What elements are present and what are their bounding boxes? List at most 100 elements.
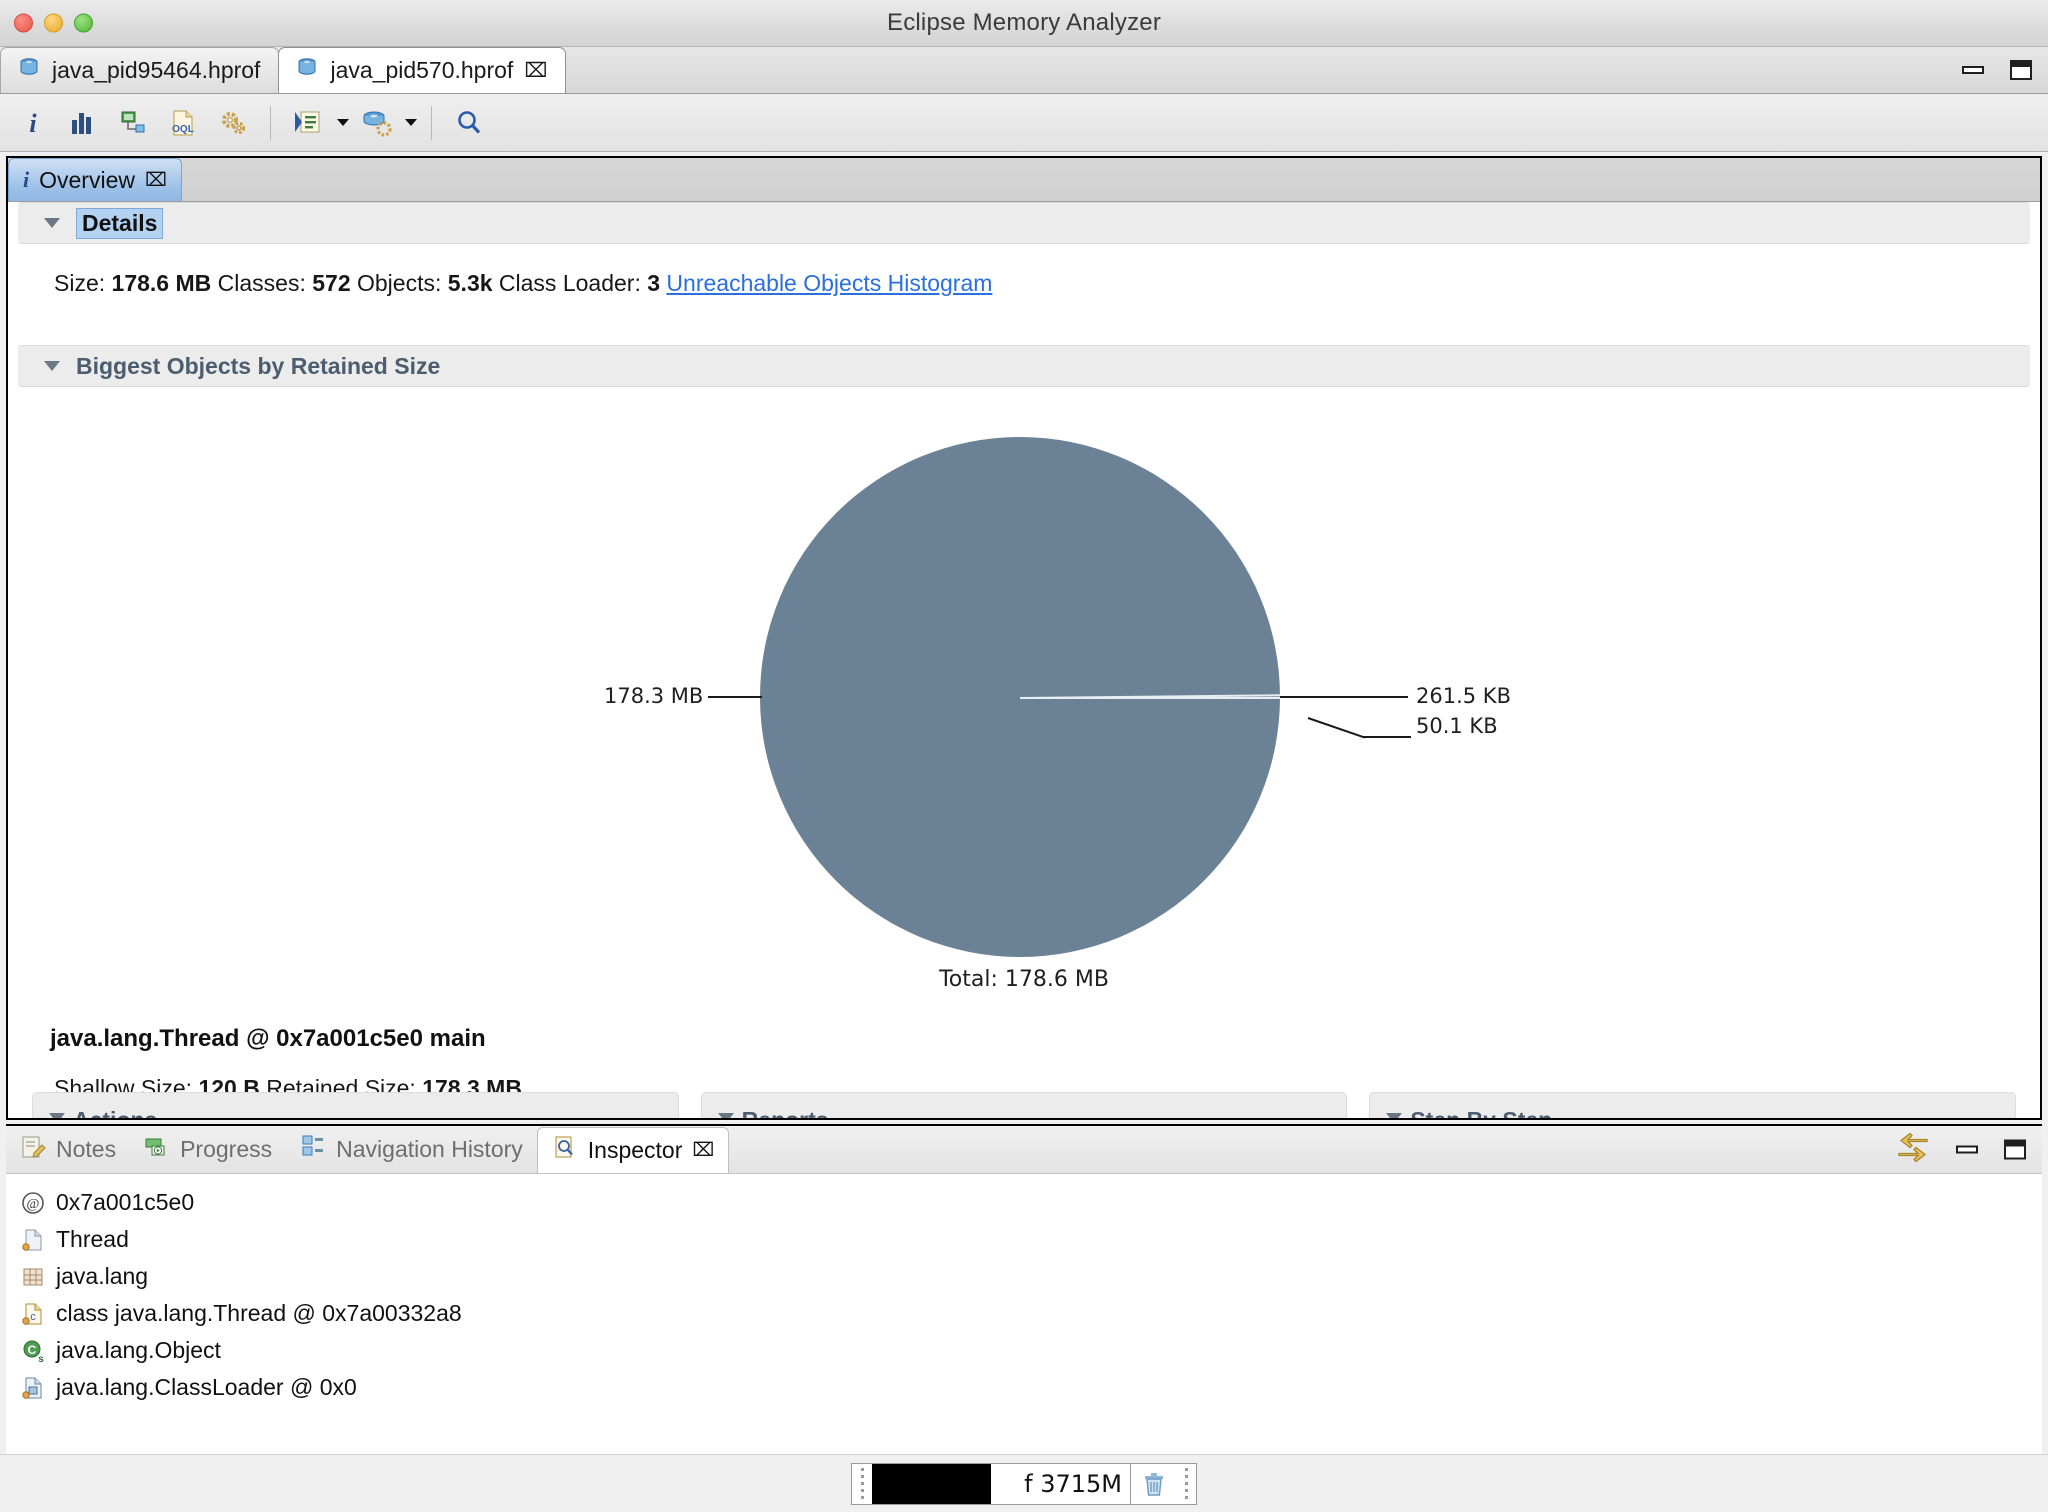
section-reports[interactable]: Reports: [700, 1092, 1348, 1118]
heap-status-widget[interactable]: f 3715M: [851, 1462, 1197, 1505]
retained-size-pie-chart[interactable]: 178.3 MB 261.5 KB 50.1 KB Total: 178.6 M…: [8, 397, 2040, 1017]
find-button[interactable]: [446, 100, 492, 146]
toolbar-separator: [431, 105, 432, 140]
list-item[interactable]: java.lang: [20, 1258, 2042, 1295]
heap-usage-bar[interactable]: f 3715M: [872, 1463, 1130, 1504]
maximize-icon[interactable]: [2010, 60, 2032, 80]
svg-text:s: s: [38, 1354, 44, 1364]
heap-dump-icon: [295, 56, 319, 86]
bottom-view-controls: [1896, 1132, 2026, 1167]
minimize-window-button[interactable]: [44, 13, 63, 33]
list-item-label: java.lang.Object: [56, 1337, 221, 1363]
list-item-label: class java.lang.Thread @ 0x7a00332a8: [56, 1300, 462, 1326]
objects-value: 5.3k: [447, 270, 493, 296]
chevron-down-icon[interactable]: [49, 1113, 65, 1118]
drag-handle[interactable]: [857, 1467, 867, 1501]
drag-handle-right[interactable]: [1181, 1467, 1191, 1501]
details-summary-line: Size: 178.6 MB Classes: 572 Objects: 5.3…: [8, 244, 2040, 297]
close-icon[interactable]: ⌧: [145, 169, 167, 192]
chevron-down-icon[interactable]: [337, 119, 349, 126]
section-reports-title: Reports: [742, 1107, 829, 1118]
chevron-down-icon[interactable]: [717, 1113, 734, 1118]
list-item[interactable]: java.lang.ClassLoader @ 0x0: [20, 1369, 2042, 1406]
heap-usage-fill: [872, 1463, 991, 1504]
pie-leader-line-right-1b: [1308, 696, 1408, 698]
list-item-label: java.lang.ClassLoader @ 0x0: [56, 1374, 357, 1400]
tab-notes-label: Notes: [56, 1136, 117, 1162]
histogram-button[interactable]: [60, 100, 106, 146]
editor-tab-java_pid570[interactable]: java_pid570.hprof ⌧: [278, 47, 567, 93]
editor-tab-label: java_pid570.hprof: [330, 57, 514, 83]
selected-object-title: java.lang.Thread @ 0x7a001c5e0 main: [50, 1025, 486, 1052]
info-icon: i: [23, 167, 30, 192]
tab-progress[interactable]: Progress: [130, 1127, 286, 1173]
svg-text:@: @: [27, 1197, 40, 1212]
object-file-icon: [20, 1227, 46, 1253]
link-with-editor-icon[interactable]: [1896, 1132, 1930, 1167]
editor-tab-label: java_pid95464.hprof: [52, 57, 261, 83]
tab-notes[interactable]: Notes: [6, 1127, 130, 1173]
inspector-object-list[interactable]: @ 0x7a001c5e0 Thread java.lang c class j…: [6, 1174, 2042, 1454]
unreachable-objects-histogram-link[interactable]: Unreachable Objects Histogram: [666, 270, 992, 296]
section-step-by-step[interactable]: Step By Step: [1369, 1092, 2017, 1118]
zoom-window-button[interactable]: [74, 13, 93, 33]
svg-text:C: C: [28, 1343, 37, 1357]
heap-dump-icon: [17, 56, 41, 86]
bottom-view-stack: Notes Progress Navigation History Inspec…: [6, 1124, 2042, 1454]
pie-leader-line-right-2b: [1363, 736, 1411, 738]
minimize-icon[interactable]: [1962, 66, 1984, 74]
superclass-icon: Cs: [20, 1338, 46, 1365]
heap-dump-actions-button[interactable]: [353, 100, 399, 146]
section-biggest-objects-title: Biggest Objects by Retained Size: [76, 352, 441, 379]
chevron-down-icon[interactable]: [1386, 1113, 1403, 1118]
tab-navigation-history[interactable]: Navigation History: [286, 1127, 537, 1173]
close-icon[interactable]: ⌧: [692, 1139, 714, 1162]
list-item[interactable]: Thread: [20, 1221, 2042, 1258]
address-at-icon: @: [20, 1190, 46, 1216]
size-value: 178.6 MB: [111, 270, 212, 296]
dominator-tree-button[interactable]: [110, 100, 156, 146]
application-window: Eclipse Memory Analyzer java_pid95464.hp…: [0, 0, 2048, 1512]
minimize-icon[interactable]: [1956, 1145, 1978, 1154]
trash-icon: [1144, 1472, 1163, 1496]
oql-button[interactable]: OQL: [160, 100, 206, 146]
overview-bottom-panels: Actions Reports Step By Step: [8, 1092, 2040, 1118]
pie-slices[interactable]: [760, 437, 1280, 957]
pie-label-261-5-kb: 261.5 KB: [1416, 684, 1511, 708]
run-garbage-collector-button[interactable]: [1130, 1463, 1176, 1504]
classes-label: Classes:: [217, 270, 306, 296]
section-step-by-step-title: Step By Step: [1410, 1107, 1552, 1118]
svg-text:OQL: OQL: [172, 124, 194, 135]
section-details-header[interactable]: Details: [18, 202, 2030, 244]
tab-inspector[interactable]: Inspector ⌧: [536, 1127, 730, 1173]
overview-content: Details Size: 178.6 MB Classes: 572 Obje…: [8, 202, 2040, 1118]
close-window-button[interactable]: [14, 13, 33, 33]
pie-leader-line-right-2: [1307, 717, 1366, 739]
chevron-down-icon[interactable]: [44, 361, 60, 371]
tab-progress-label: Progress: [180, 1136, 273, 1162]
chevron-down-icon[interactable]: [44, 218, 60, 228]
editor-tabbar: java_pid95464.hprof java_pid570.hprof ⌧: [0, 47, 2048, 94]
chevron-down-icon[interactable]: [405, 119, 417, 126]
overview-info-button[interactable]: i: [10, 100, 56, 146]
tab-overview[interactable]: i Overview ⌧: [8, 158, 182, 201]
bottom-tabbar: Notes Progress Navigation History Inspec…: [6, 1126, 2042, 1174]
class-file-icon: c: [20, 1301, 46, 1327]
list-item[interactable]: c class java.lang.Thread @ 0x7a00332a8: [20, 1295, 2042, 1332]
list-item[interactable]: @ 0x7a001c5e0: [20, 1184, 2042, 1221]
pie-leader-line-left: [708, 696, 762, 698]
list-item[interactable]: Cs java.lang.Object: [20, 1332, 2042, 1369]
svg-text:i: i: [29, 109, 37, 138]
pie-label-178-3-mb: 178.3 MB: [604, 684, 704, 708]
editor-area: i Overview ⌧ Details Size: 178.6 MB Clas…: [6, 156, 2042, 1120]
section-biggest-objects-header[interactable]: Biggest Objects by Retained Size: [18, 345, 2030, 387]
list-item-label: 0x7a001c5e0: [56, 1189, 195, 1215]
section-actions[interactable]: Actions: [32, 1092, 679, 1118]
close-icon[interactable]: ⌧: [524, 61, 547, 81]
maximize-icon[interactable]: [2004, 1139, 2026, 1160]
classes-value: 572: [312, 270, 351, 296]
editor-tab-java_pid95464[interactable]: java_pid95464.hprof: [0, 47, 280, 93]
query-browser-button[interactable]: [285, 100, 331, 146]
list-item-label: Thread: [56, 1226, 129, 1252]
calculate-button[interactable]: [210, 100, 256, 146]
